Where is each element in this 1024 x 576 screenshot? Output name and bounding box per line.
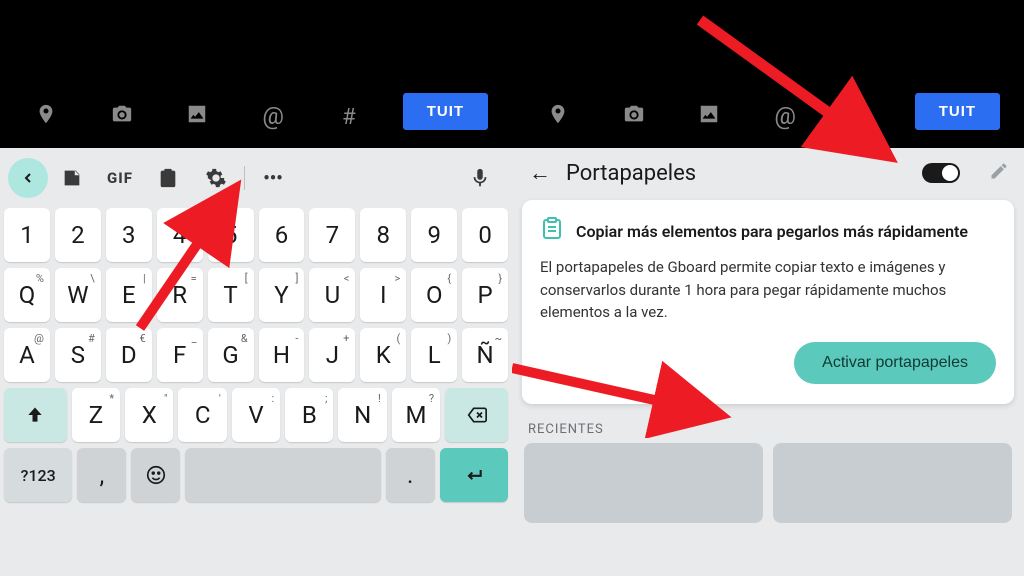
key-B[interactable]: B;	[285, 388, 333, 442]
clipboard-title: Portapapeles	[566, 161, 914, 186]
topbar-right: @ # TUIT	[512, 0, 1024, 148]
key-A[interactable]: A@	[4, 328, 50, 382]
bottom-row: ?123 , .	[4, 448, 508, 502]
key-S[interactable]: S#	[55, 328, 101, 382]
clipboard-info-card: Copiar más elementos para pegarlos más r…	[522, 200, 1014, 404]
key-W[interactable]: W\	[55, 268, 101, 322]
recent-item[interactable]	[524, 443, 763, 523]
tuit-button[interactable]: TUIT	[915, 93, 1000, 130]
settings-icon[interactable]	[192, 158, 240, 198]
space-key[interactable]	[185, 448, 381, 502]
gif-button[interactable]: GIF	[96, 158, 144, 198]
at-icon[interactable]: @	[763, 102, 807, 130]
key-6[interactable]: 6	[259, 208, 305, 262]
emoji-key[interactable]	[131, 448, 180, 502]
key-T[interactable]: T[	[208, 268, 254, 322]
clipboard-small-icon	[540, 216, 564, 246]
image-icon[interactable]	[175, 103, 219, 130]
key-2[interactable]: 2	[55, 208, 101, 262]
key-Ñ[interactable]: Ñ~	[462, 328, 508, 382]
topbar-left: @ # TUIT	[0, 0, 512, 148]
card-title: Copiar más elementos para pegarlos más r…	[576, 222, 968, 241]
period-key[interactable]: .	[386, 448, 435, 502]
sticker-icon[interactable]	[48, 158, 96, 198]
key-Q[interactable]: Q%	[4, 268, 50, 322]
qwerty-row-1: Q%W\E|R=T[Y]U<I>O{P}	[4, 268, 508, 322]
collapse-button[interactable]	[8, 158, 48, 198]
clipboard-icon[interactable]	[144, 158, 192, 198]
at-icon[interactable]: @	[251, 102, 295, 130]
key-M[interactable]: M?	[392, 388, 440, 442]
recent-label: RECIENTES	[512, 414, 1024, 443]
hash-icon[interactable]: #	[327, 105, 371, 130]
camera-icon[interactable]	[100, 103, 144, 130]
key-3[interactable]: 3	[106, 208, 152, 262]
key-X[interactable]: X"	[125, 388, 173, 442]
key-I[interactable]: I>	[360, 268, 406, 322]
location-icon[interactable]	[24, 103, 68, 130]
key-V[interactable]: V:	[232, 388, 280, 442]
key-J[interactable]: J+	[309, 328, 355, 382]
key-H[interactable]: H-	[259, 328, 305, 382]
tuit-button[interactable]: TUIT	[403, 93, 488, 130]
clipboard-toggle[interactable]	[922, 163, 960, 183]
key-1[interactable]: 1	[4, 208, 50, 262]
gboard-keyboard: GIF ••• 1234567890 Q%W\E|R=T[Y]U<I>O{P} …	[0, 148, 512, 576]
key-F[interactable]: F_	[157, 328, 203, 382]
key-L[interactable]: L)	[411, 328, 457, 382]
key-K[interactable]: K(	[360, 328, 406, 382]
clipboard-header: ← Portapapeles	[512, 148, 1024, 194]
key-P[interactable]: P}	[462, 268, 508, 322]
symbols-key[interactable]: ?123	[4, 448, 72, 502]
number-row: 1234567890	[4, 208, 508, 262]
key-E[interactable]: E|	[106, 268, 152, 322]
more-icon[interactable]: •••	[249, 158, 297, 198]
qwerty-row-2: A@S#D€F_G&H-J+K(L)Ñ~	[4, 328, 508, 382]
key-4[interactable]: 4	[157, 208, 203, 262]
key-G[interactable]: G&	[208, 328, 254, 382]
recent-items	[512, 443, 1024, 523]
keyboard-toolbar: GIF •••	[0, 148, 512, 208]
compose-topbar: @ # TUIT @ # TUIT	[0, 0, 1024, 148]
recent-item[interactable]	[773, 443, 1012, 523]
clipboard-panel: ← Portapapeles Copiar más elementos para…	[512, 148, 1024, 576]
key-Z[interactable]: Z*	[72, 388, 120, 442]
key-7[interactable]: 7	[309, 208, 355, 262]
comma-key[interactable]: ,	[77, 448, 126, 502]
key-Y[interactable]: Y]	[259, 268, 305, 322]
separator	[244, 166, 245, 190]
hash-icon[interactable]: #	[839, 105, 883, 130]
key-U[interactable]: U<	[309, 268, 355, 322]
key-5[interactable]: 5	[208, 208, 254, 262]
location-icon[interactable]	[536, 103, 580, 130]
mic-icon[interactable]	[456, 158, 504, 198]
image-icon[interactable]	[687, 103, 731, 130]
camera-icon[interactable]	[612, 103, 656, 130]
activate-clipboard-button[interactable]: Activar portapapeles	[794, 342, 996, 384]
key-9[interactable]: 9	[411, 208, 457, 262]
key-O[interactable]: O{	[411, 268, 457, 322]
edit-icon[interactable]	[984, 161, 1014, 186]
key-D[interactable]: D€	[106, 328, 152, 382]
backspace-key[interactable]	[445, 388, 508, 442]
back-icon[interactable]: ←	[522, 160, 558, 186]
shift-key[interactable]	[4, 388, 67, 442]
key-0[interactable]: 0	[462, 208, 508, 262]
key-8[interactable]: 8	[360, 208, 406, 262]
card-body: El portapapeles de Gboard permite copiar…	[540, 256, 996, 324]
key-C[interactable]: C'	[178, 388, 226, 442]
key-R[interactable]: R=	[157, 268, 203, 322]
key-N[interactable]: N!	[338, 388, 386, 442]
enter-key[interactable]	[440, 448, 508, 502]
qwerty-row-3: Z*X"C'V:B;N!M?	[4, 388, 508, 442]
